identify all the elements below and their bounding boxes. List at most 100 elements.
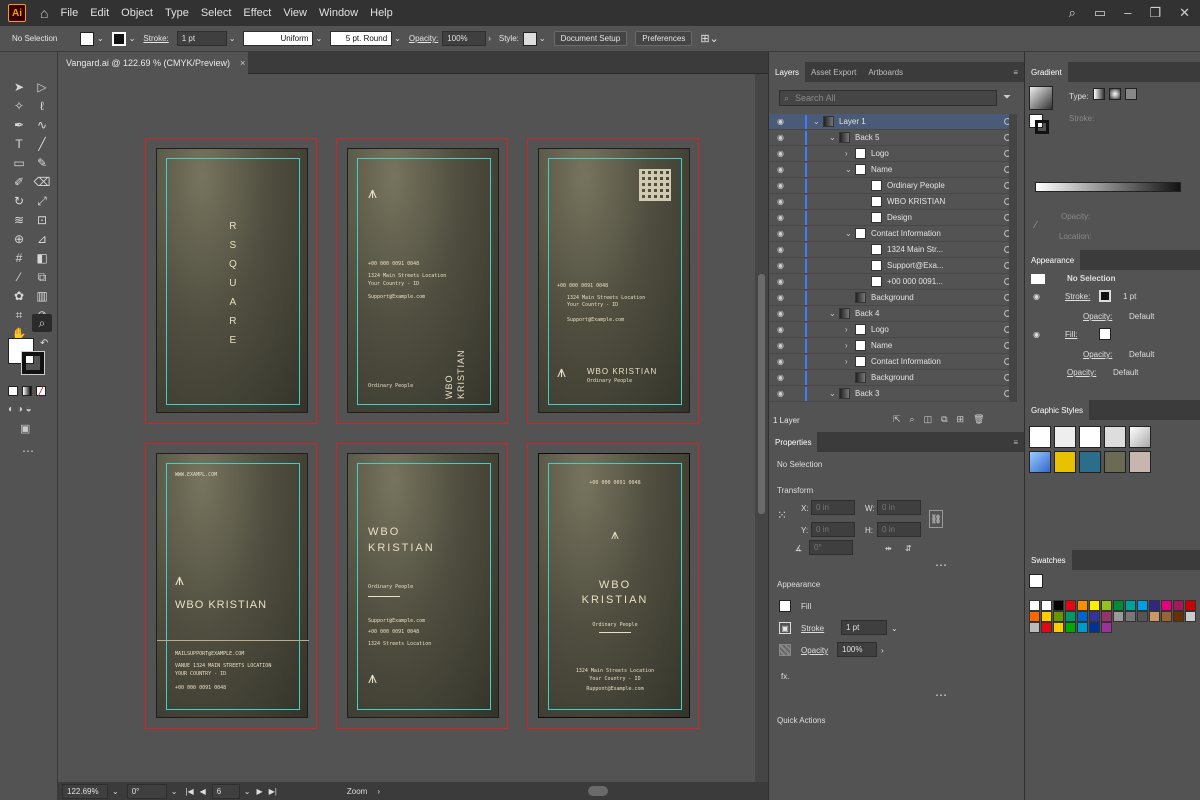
swatch[interactable]: [1077, 600, 1088, 611]
scale-tool-icon[interactable]: ⤢: [32, 192, 52, 210]
style-swatch[interactable]: [1104, 426, 1126, 448]
swatch-fill-icon[interactable]: [1029, 574, 1043, 588]
swatch[interactable]: [1065, 600, 1076, 611]
fill-label[interactable]: Fill:: [1065, 330, 1077, 339]
reference-point-icon[interactable]: ⁙: [777, 508, 787, 522]
menu-effect[interactable]: Effect: [243, 7, 271, 19]
opacity-label[interactable]: Opacity:: [1083, 350, 1112, 359]
layer-row[interactable]: ◉ WBO KRISTIAN: [769, 194, 1017, 210]
swatch[interactable]: [1101, 622, 1112, 633]
layer-row[interactable]: ◉ ⌄ Back 5: [769, 130, 1017, 146]
direct-selection-tool-icon[interactable]: ▷: [32, 78, 52, 96]
eyedropper-icon[interactable]: ⁄: [9, 268, 29, 286]
rotate-tool-icon[interactable]: ↻: [9, 192, 29, 210]
swatch[interactable]: [1125, 600, 1136, 611]
visibility-eye-icon[interactable]: ◉: [777, 325, 784, 334]
stroke-label[interactable]: Stroke: [801, 624, 824, 633]
chevron-down-icon[interactable]: ⌄: [829, 133, 839, 142]
menu-type[interactable]: Type: [165, 7, 189, 19]
swatch[interactable]: [1161, 611, 1172, 622]
layer-row[interactable]: ◉ ⌄ Back 3: [769, 386, 1017, 402]
visibility-eye-icon[interactable]: ◉: [777, 357, 784, 366]
tab-artboards[interactable]: Artboards: [862, 62, 909, 82]
new-layer-icon[interactable]: ⊞: [957, 414, 965, 425]
visibility-eye-icon[interactable]: ◉: [777, 277, 784, 286]
layer-row[interactable]: ◉ › Name: [769, 338, 1017, 354]
layer-row[interactable]: ◉ Ordinary People: [769, 178, 1017, 194]
eraser-icon[interactable]: ⌫: [32, 173, 52, 191]
layer-row[interactable]: ◉ 1324 Main Str...: [769, 242, 1017, 258]
delete-icon[interactable]: 🗑: [973, 414, 984, 425]
swatch[interactable]: [1113, 600, 1124, 611]
artboard-number-input[interactable]: 6: [211, 783, 240, 799]
swatch[interactable]: [1077, 622, 1088, 633]
line-tool-icon[interactable]: ╱: [32, 135, 52, 153]
style-swatch[interactable]: [1079, 426, 1101, 448]
stroke-swatch[interactable]: ▣: [779, 622, 791, 634]
fill-swatch[interactable]: [1099, 328, 1111, 340]
magic-wand-icon[interactable]: ✧: [9, 97, 29, 115]
warp-tool-icon[interactable]: ≋: [9, 211, 29, 229]
menu-view[interactable]: View: [283, 7, 307, 19]
layer-row[interactable]: ◉ +00 000 0091...: [769, 274, 1017, 290]
h-input[interactable]: 0 in: [877, 522, 921, 537]
layer-row[interactable]: ◉ ⌄ Name: [769, 162, 1017, 178]
prev-artboard-icon[interactable]: ◀: [200, 787, 206, 796]
y-input[interactable]: 0 in: [811, 522, 855, 537]
arrange-icon[interactable]: ⊞⌄: [700, 31, 718, 47]
swatch[interactable]: [1053, 611, 1064, 622]
swatch[interactable]: [1041, 622, 1052, 633]
visibility-eye-icon[interactable]: ◉: [777, 245, 784, 254]
stroke-weight-input[interactable]: 1 pt: [176, 31, 227, 46]
blend-tool-icon[interactable]: ⧉: [32, 268, 52, 286]
locate-icon[interactable]: ⌕: [910, 414, 915, 425]
fx-icon[interactable]: fx.: [781, 672, 789, 681]
swatch[interactable]: [1149, 600, 1160, 611]
swatch[interactable]: [1173, 611, 1184, 622]
layer-row[interactable]: ◉ Background: [769, 370, 1017, 386]
visibility-eye-icon[interactable]: ◉: [777, 293, 784, 302]
vertical-scrollbar[interactable]: [755, 74, 768, 782]
swatch[interactable]: [1185, 611, 1196, 622]
chevron-right-icon[interactable]: ›: [845, 149, 855, 158]
style-swatch[interactable]: [1129, 451, 1151, 473]
horizontal-scroll-thumb[interactable]: [588, 786, 608, 796]
visibility-eye-icon[interactable]: ◉: [777, 197, 784, 206]
clip-icon[interactable]: ◫: [924, 414, 933, 425]
layer-row[interactable]: ◉ ⌄ Back 4: [769, 306, 1017, 322]
first-artboard-icon[interactable]: |◀: [185, 787, 193, 796]
w-input[interactable]: 0 in: [877, 500, 921, 515]
menu-file[interactable]: File: [60, 7, 78, 19]
opacity-input[interactable]: 100%: [837, 642, 877, 657]
tab-gradient[interactable]: Gradient: [1025, 62, 1068, 82]
menu-select[interactable]: Select: [201, 7, 232, 19]
layer-row[interactable]: ◉ Background: [769, 290, 1017, 306]
freeform-gradient-icon[interactable]: [1125, 88, 1137, 100]
visibility-eye-icon[interactable]: ◉: [1033, 292, 1040, 301]
fill-swatch[interactable]: [779, 600, 791, 612]
none-icon[interactable]: ╱: [36, 386, 46, 396]
artboard-5[interactable]: WBO KRISTIAN Ordinary People Support@Exa…: [336, 443, 508, 729]
opacity-label[interactable]: Opacity: [801, 646, 828, 655]
paintbrush-icon[interactable]: ✎: [32, 154, 52, 172]
menu-window[interactable]: Window: [319, 7, 358, 19]
layer-row[interactable]: ◉ Design: [769, 210, 1017, 226]
chevron-down-icon[interactable]: ⌄: [891, 624, 898, 633]
last-artboard-icon[interactable]: ▶|: [269, 787, 277, 796]
layers-search-input[interactable]: ⌕ Search All: [779, 90, 997, 106]
variable-width-profile[interactable]: Uniform: [243, 31, 314, 46]
sublayer-icon[interactable]: ⧉: [941, 414, 947, 425]
visibility-eye-icon[interactable]: ◉: [777, 133, 784, 142]
curvature-tool-icon[interactable]: ∿: [32, 116, 52, 134]
menu-help[interactable]: Help: [370, 7, 393, 19]
gradient-slider[interactable]: [1035, 182, 1181, 192]
swatch[interactable]: [1137, 611, 1148, 622]
opacity-label[interactable]: Opacity:: [1067, 368, 1096, 377]
stroke-label[interactable]: Stroke:: [1065, 292, 1090, 301]
close-tab-icon[interactable]: ×: [240, 58, 245, 68]
tab-graphic-styles[interactable]: Graphic Styles: [1025, 400, 1090, 420]
swatch[interactable]: [1101, 611, 1112, 622]
chevron-down-icon[interactable]: ⌄: [845, 165, 855, 174]
visibility-eye-icon[interactable]: ◉: [777, 117, 784, 126]
stroke-weight-input[interactable]: 1 pt: [841, 620, 887, 635]
